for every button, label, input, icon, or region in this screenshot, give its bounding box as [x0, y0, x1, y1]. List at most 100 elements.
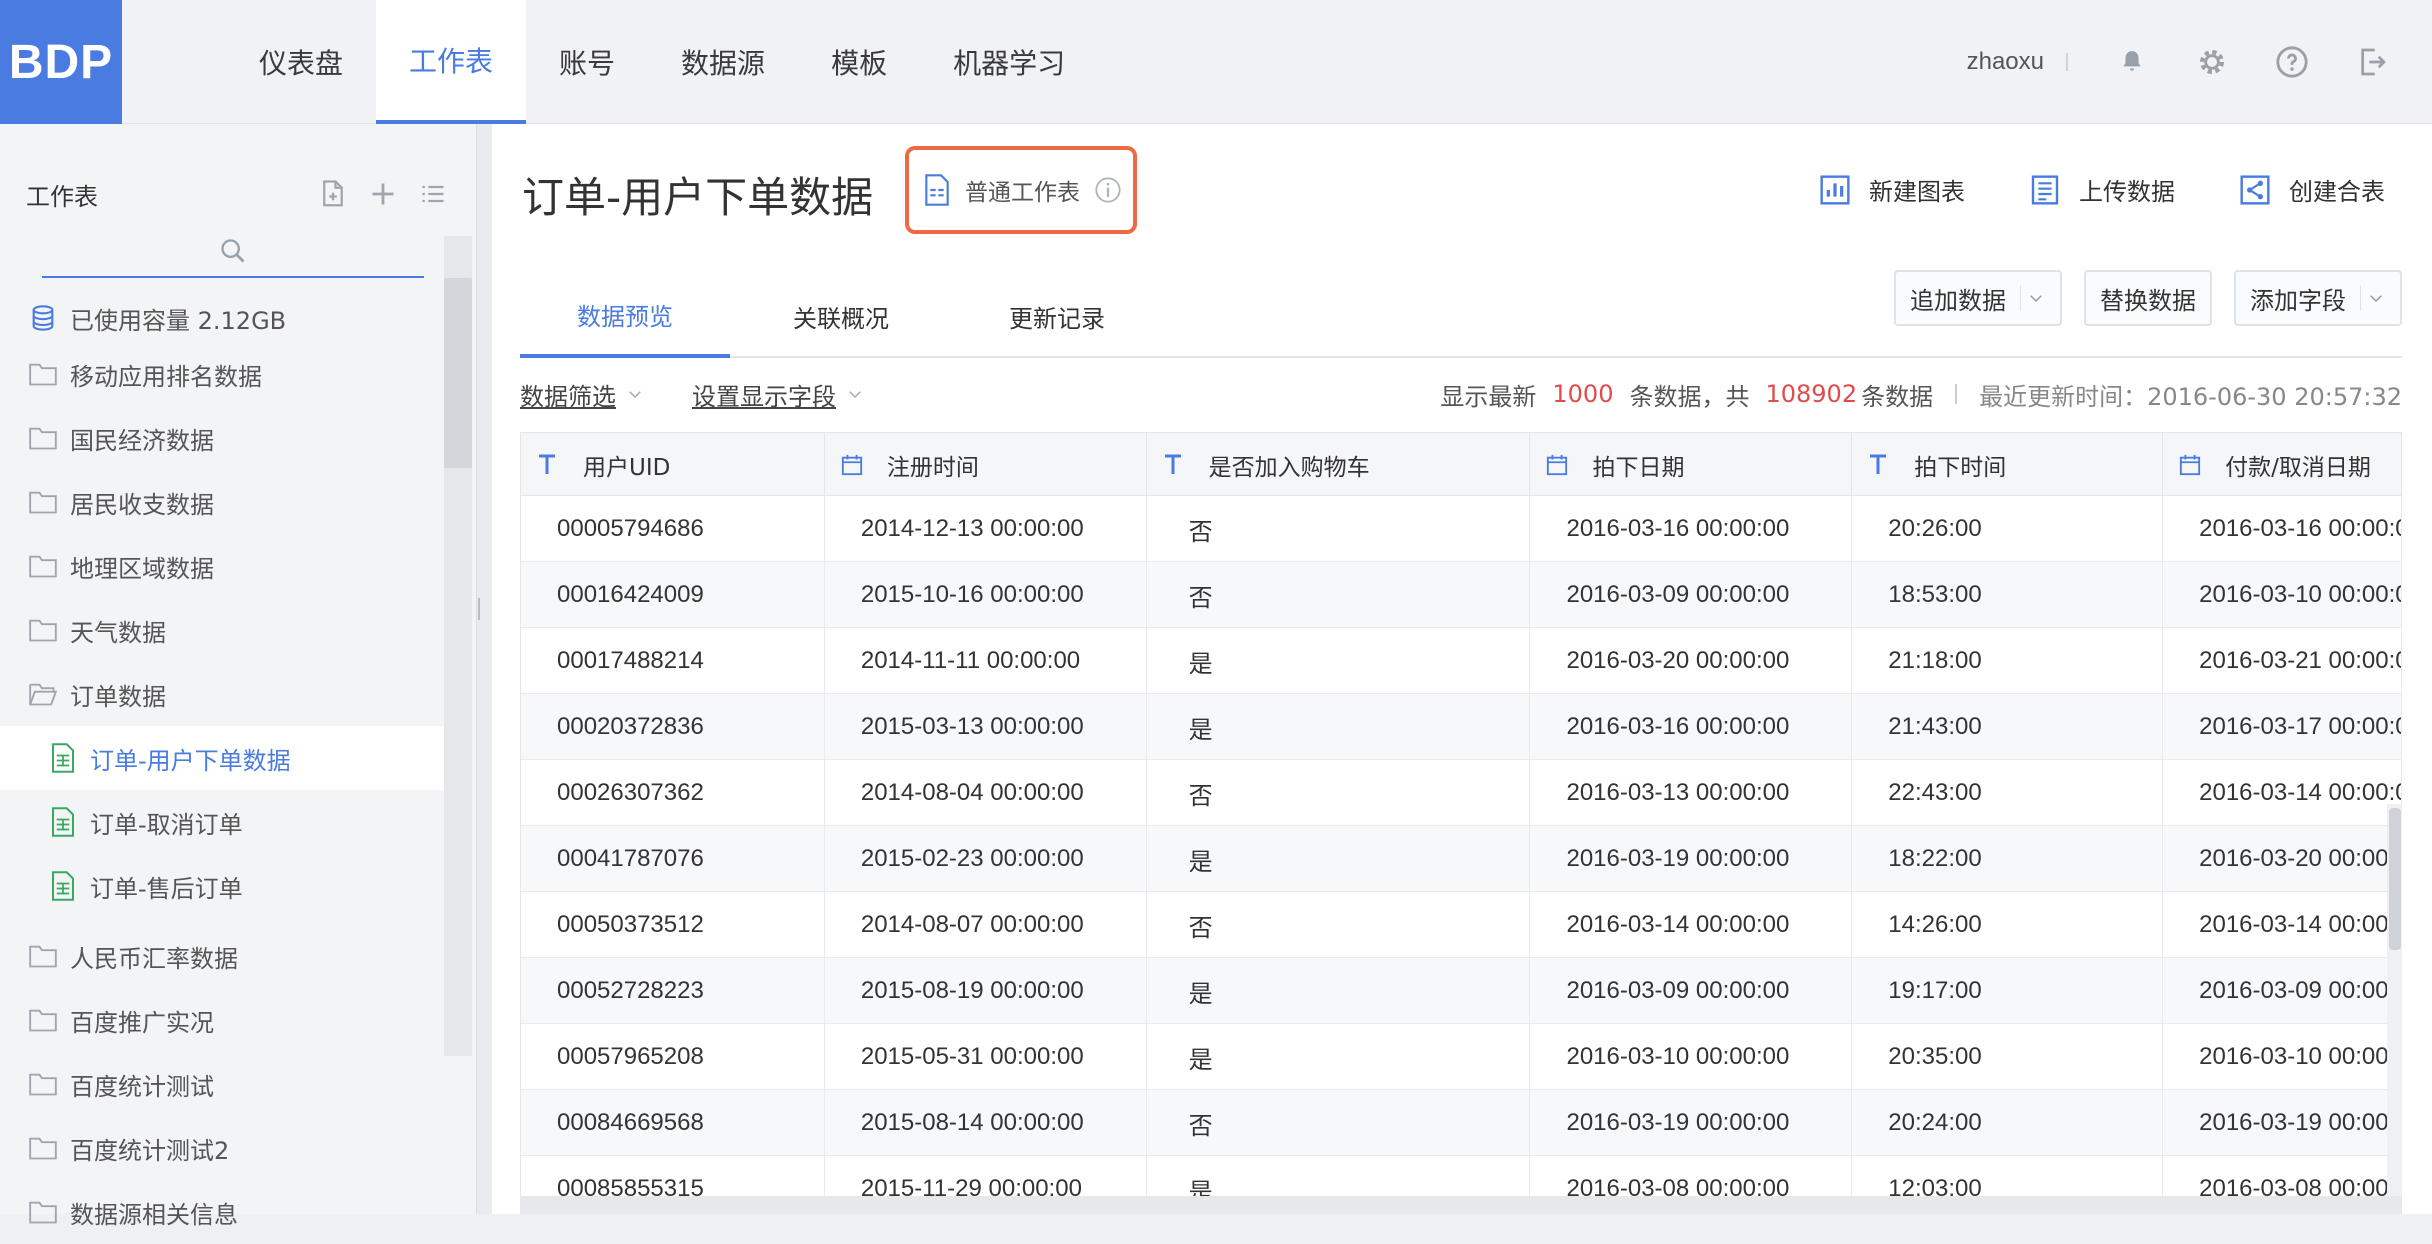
folder-label: 移动应用排名数据 — [70, 362, 262, 391]
table-cell: 2016-03-13 00:00:00 — [1530, 760, 1853, 826]
table-cell: 00057965208 — [521, 1024, 825, 1090]
upload-data-label: 上传数据 — [2079, 178, 2175, 206]
sidebar-folder[interactable]: 数据源相关信息 — [0, 1180, 444, 1244]
sidebar-folder[interactable]: 地理区域数据 — [0, 534, 444, 598]
table-cell: 否 — [1147, 496, 1531, 562]
quota-text: 已使用容量 2.12GB — [70, 306, 287, 335]
table-cell: 2016-03-16 00:00:00 — [2163, 496, 2402, 562]
tab-relations[interactable]: 关联概况 — [736, 274, 946, 358]
panel-splitter[interactable] — [476, 124, 492, 1214]
nav-item-account[interactable]: 账号 — [526, 0, 648, 124]
table-horizontal-scrollbar[interactable] — [520, 1196, 2402, 1214]
nav-item-worksheet[interactable]: 工作表 — [376, 0, 527, 124]
table-row[interactable]: 00050373512 2014-08-07 00:00:00 否 2016-03-1… — [521, 892, 2402, 958]
main-nav: 仪表盘 工作表 账号 数据源 模板 机器学习 — [226, 0, 1098, 124]
username[interactable]: zhaoxu — [1967, 48, 2044, 76]
create-merged-table-button[interactable]: 创建合表 — [2239, 172, 2385, 207]
help-icon[interactable] — [2272, 42, 2312, 82]
column-header[interactable]: 用户UID — [521, 433, 825, 497]
chevron-down-icon — [2360, 285, 2386, 311]
table-row[interactable]: 00016424009 2015-10-16 00:00:00 否 2016-03-0… — [521, 562, 2402, 628]
sidebar-search[interactable] — [42, 230, 424, 278]
upload-data-button[interactable]: 上传数据 — [2029, 172, 2175, 207]
column-header[interactable]: 拍下时间 — [1852, 433, 2164, 497]
sidebar-folder[interactable]: 百度统计测试 — [0, 1052, 444, 1116]
table-cell: 否 — [1147, 562, 1531, 628]
tab-update-log[interactable]: 更新记录 — [952, 274, 1162, 358]
app-logo[interactable]: BDP — [0, 0, 122, 124]
column-header[interactable]: 是否加入购物车 — [1147, 433, 1531, 497]
text-type-icon — [1163, 453, 1187, 477]
calendar-icon — [2179, 453, 2203, 477]
sidebar-sheet-active[interactable]: 订单-用户下单数据 — [0, 726, 444, 790]
sidebar-folder[interactable]: 人民币汇率数据 — [0, 924, 444, 988]
append-data-dropdown[interactable]: 追加数据 — [1894, 270, 2062, 326]
table-cell: 18:53:00 — [1852, 562, 2164, 628]
column-label: 用户UID — [583, 455, 671, 481]
column-label: 付款/取消日期 — [2225, 455, 2371, 481]
tab-data-preview[interactable]: 数据预览 — [520, 274, 730, 358]
table-cell: 2016-03-17 00:00:00 — [2163, 694, 2402, 760]
replace-data-button[interactable]: 替换数据 — [2084, 270, 2212, 326]
splitter-grip[interactable] — [478, 598, 484, 620]
table-cell: 21:43:00 — [1852, 694, 2164, 760]
nav-item-dashboard[interactable]: 仪表盘 — [226, 0, 376, 124]
table-row[interactable]: 00052728223 2015-08-19 00:00:00 是 2016-03-0… — [521, 958, 2402, 1024]
table-cell: 2016-03-14 00:00:00 — [2163, 892, 2402, 958]
table-cell: 2014-08-07 00:00:00 — [825, 892, 1147, 958]
table-row[interactable]: 00084669568 2015-08-14 00:00:00 否 2016-03-1… — [521, 1090, 2402, 1156]
page-title: 订单-用户下单数据 — [522, 173, 874, 222]
data-filter-link[interactable]: 数据筛选 — [520, 377, 648, 412]
column-header[interactable]: 付款/取消日期 — [2163, 433, 2402, 497]
sheet-label: 订单-用户下单数据 — [90, 746, 291, 775]
column-header[interactable]: 注册时间 — [825, 433, 1147, 497]
sidebar-folder[interactable]: 居民收支数据 — [0, 470, 444, 534]
table-row[interactable]: 00005794686 2014-12-13 00:00:00 否 2016-03-1… — [521, 496, 2402, 562]
sidebar-folder[interactable]: 天气数据 — [0, 598, 444, 662]
table-row[interactable]: 00026307362 2014-08-04 00:00:00 否 2016-03-1… — [521, 760, 2402, 826]
nav-item-template[interactable]: 模板 — [798, 0, 920, 124]
table-cell: 否 — [1147, 892, 1531, 958]
list-icon[interactable] — [415, 176, 451, 212]
logout-icon[interactable] — [2352, 42, 2392, 82]
sidebar-folder[interactable]: 移动应用排名数据 — [0, 342, 444, 406]
folder-icon — [28, 551, 58, 581]
sidebar: 工作表 已使用容量 2.12GB 移动应用排名数据 国民经济数据 居民收支数据 … — [0, 124, 476, 1229]
table-header: 用户UID 注册时间 是否加入购物车 拍下日期 拍下时间 付款/取消日期 — [521, 432, 2402, 497]
sidebar-folder-open[interactable]: 订单数据 — [0, 662, 444, 726]
folder-label: 百度统计测试2 — [70, 1136, 230, 1165]
sidebar-folder[interactable]: 百度推广实况 — [0, 988, 444, 1052]
new-chart-button[interactable]: 新建图表 — [1819, 172, 1965, 207]
display-fields-label: 设置显示字段 — [692, 382, 836, 411]
table-cell: 2016-03-20 00:00:00 — [2163, 826, 2402, 892]
stats-mid: 条数据，共 — [1629, 382, 1750, 411]
folder-icon — [28, 487, 58, 517]
info-icon[interactable] — [1094, 175, 1124, 205]
sidebar-scroll-thumb[interactable] — [444, 278, 472, 468]
table-row[interactable]: 00057965208 2015-05-31 00:00:00 是 2016-03-1… — [521, 1024, 2402, 1090]
user-area: zhaoxu — [1967, 0, 2432, 124]
display-fields-link[interactable]: 设置显示字段 — [692, 377, 868, 412]
table-row[interactable]: 00041787076 2015-02-23 00:00:00 是 2016-03-1… — [521, 826, 2402, 892]
folder-icon — [28, 1133, 58, 1163]
sidebar-sheet[interactable]: 订单-取消订单 — [0, 790, 444, 854]
sidebar-sheet[interactable]: 订单-售后订单 — [0, 854, 444, 918]
plus-icon[interactable] — [365, 176, 401, 212]
table-row[interactable]: 00017488214 2014-11-11 00:00:00 是 2016-03-2… — [521, 628, 2402, 694]
bell-icon[interactable] — [2112, 42, 2152, 82]
add-field-dropdown[interactable]: 添加字段 — [2234, 270, 2402, 326]
table-scroll-thumb[interactable] — [2389, 808, 2401, 950]
table-cell: 2016-03-20 00:00:00 — [1530, 628, 1853, 694]
sidebar-folder[interactable]: 国民经济数据 — [0, 406, 444, 470]
table-cell: 00026307362 — [521, 760, 825, 826]
table-cell: 20:24:00 — [1852, 1090, 2164, 1156]
nav-item-datasource[interactable]: 数据源 — [648, 0, 798, 124]
nav-item-machine-learning[interactable]: 机器学习 — [920, 0, 1098, 124]
table-cell: 2016-03-16 00:00:00 — [1530, 694, 1853, 760]
gear-icon[interactable] — [2192, 42, 2232, 82]
new-file-icon[interactable] — [315, 176, 351, 212]
column-header[interactable]: 拍下日期 — [1530, 433, 1853, 497]
folder-icon — [28, 359, 58, 389]
sidebar-folder[interactable]: 百度统计测试2 — [0, 1116, 444, 1180]
table-row[interactable]: 00020372836 2015-03-13 00:00:00 是 2016-03-1… — [521, 694, 2402, 760]
